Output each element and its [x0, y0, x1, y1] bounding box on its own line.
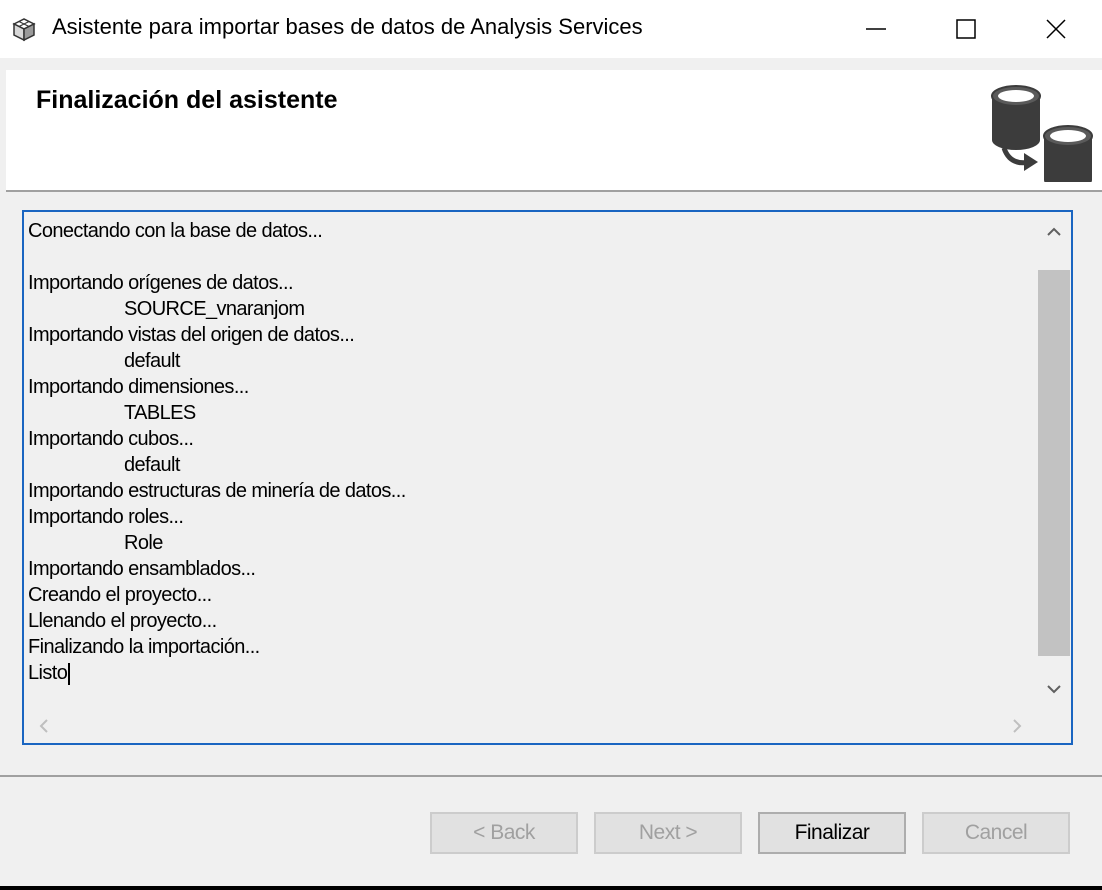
log-line: TABLES — [28, 400, 1038, 426]
log-line-text: Finalizando la importación... — [28, 636, 260, 658]
log-line-text: Llenando el proyecto... — [28, 610, 217, 632]
log-line-text: Importando orígenes de datos... — [28, 272, 294, 294]
log-line-text: Importando roles... — [28, 506, 184, 528]
maximize-button[interactable] — [920, 0, 1012, 58]
log-line: default — [28, 452, 1038, 478]
scroll-down-button[interactable] — [1037, 669, 1071, 709]
maximize-icon — [956, 19, 976, 39]
next-button[interactable]: Next > — [594, 812, 742, 854]
log-line: Importando orígenes de datos... — [28, 270, 1038, 296]
log-lines: Conectando con la base de datos... Import… — [28, 218, 1038, 686]
cube-icon — [10, 15, 38, 43]
log-line-text: default — [124, 454, 180, 476]
window-title: Asistente para importar bases de datos d… — [52, 14, 643, 39]
log-line: default — [28, 348, 1038, 374]
footer-divider — [0, 775, 1102, 777]
log-line: Finalizando la importación... — [28, 634, 1038, 660]
log-line: Importando dimensiones... — [28, 374, 1038, 400]
log-line: Importando roles... — [28, 504, 1038, 530]
chevron-left-icon — [39, 719, 48, 733]
chevron-down-icon — [1047, 685, 1061, 694]
log-line-text: Importando estructuras de minería de dat… — [28, 480, 406, 502]
cancel-button[interactable]: Cancel — [922, 812, 1070, 854]
log-line: Listo — [28, 660, 1038, 686]
log-line: Importando cubos... — [28, 426, 1038, 452]
scroll-thumb[interactable] — [1038, 270, 1070, 656]
close-icon — [1046, 19, 1066, 39]
database-import-icon — [990, 82, 1100, 190]
text-caret — [68, 662, 71, 685]
log-line-text: Role — [124, 532, 163, 554]
log-line-text: default — [124, 350, 180, 372]
close-button[interactable] — [1010, 0, 1102, 58]
page-title: Finalización del asistente — [36, 86, 338, 114]
log-line: Creando el proyecto... — [28, 582, 1038, 608]
log-line-text: SOURCE_vnaranjom — [124, 298, 305, 320]
scroll-left-button[interactable] — [24, 709, 64, 743]
chevron-up-icon — [1047, 227, 1061, 236]
log-line: Role — [28, 530, 1038, 556]
log-line-text: Importando ensamblados... — [28, 558, 256, 580]
log-line-text: Conectando con la base de datos... — [28, 220, 323, 242]
scroll-right-button[interactable] — [997, 709, 1037, 743]
log-line-text: Importando dimensiones... — [28, 376, 249, 398]
window-bottom-edge — [0, 886, 1102, 890]
chevron-right-icon — [1013, 719, 1022, 733]
header-divider — [6, 190, 1102, 192]
horizontal-scrollbar[interactable] — [24, 709, 1071, 743]
wizard-header: Finalización del asistente — [6, 70, 1102, 190]
log-line: Importando vistas del origen de datos... — [28, 322, 1038, 348]
import-log-textbox[interactable]: Conectando con la base de datos... Import… — [22, 210, 1073, 745]
log-line-text: Listo — [28, 662, 68, 684]
log-line: Importando estructuras de minería de dat… — [28, 478, 1038, 504]
log-line: Llenando el proyecto... — [28, 608, 1038, 634]
finish-button[interactable]: Finalizar — [758, 812, 906, 854]
log-line: Importando ensamblados... — [28, 556, 1038, 582]
log-line: Conectando con la base de datos... — [28, 218, 1038, 244]
log-line-text: Importando vistas del origen de datos... — [28, 324, 355, 346]
back-button[interactable]: < Back — [430, 812, 578, 854]
log-line: SOURCE_vnaranjom — [28, 296, 1038, 322]
scroll-up-button[interactable] — [1037, 212, 1071, 252]
minimize-icon — [866, 28, 886, 30]
log-line-text: Creando el proyecto... — [28, 584, 212, 606]
log-line-text: TABLES — [124, 402, 196, 424]
minimize-button[interactable] — [830, 0, 922, 58]
title-bar: Asistente para importar bases de datos d… — [0, 0, 1102, 58]
log-line-text: Importando cubos... — [28, 428, 194, 450]
vertical-scrollbar[interactable] — [1037, 212, 1071, 709]
